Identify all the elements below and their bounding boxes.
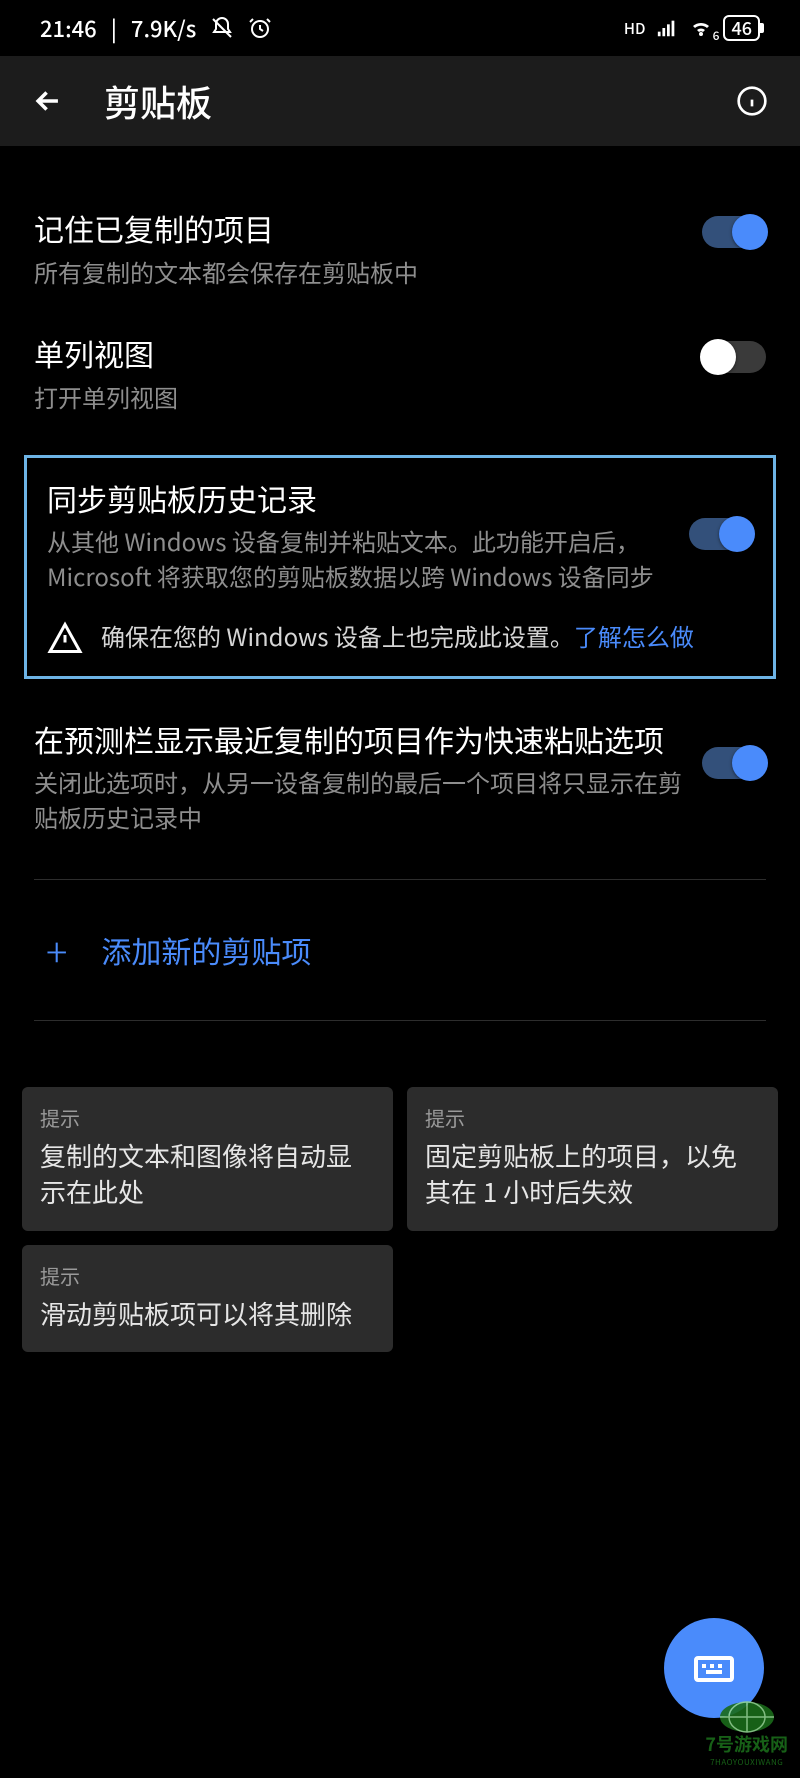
setting-title: 单列视图 (34, 333, 682, 374)
toggle-prediction[interactable] (702, 747, 766, 779)
setting-single-column[interactable]: 单列视图 打开单列视图 (0, 311, 800, 436)
status-time: 21:46 (40, 12, 97, 44)
bell-off-icon (210, 16, 234, 40)
sync-warning: 确保在您的 Windows 设备上也完成此设置。了解怎么做 (37, 600, 763, 656)
tip-label: 提示 (40, 1261, 375, 1290)
sync-highlight-box: 同步剪贴板历史记录 从其他 Windows 设备复制并粘贴文本。此功能开启后，M… (24, 455, 776, 679)
setting-title: 记住已复制的项目 (34, 208, 682, 249)
keyboard-icon (690, 1644, 738, 1692)
watermark-sub: 7HAOYOUXIWANG (710, 1757, 783, 1768)
tip-label: 提示 (40, 1103, 375, 1132)
setting-title: 同步剪贴板历史记录 (47, 478, 669, 519)
watermark-brand: 7号游戏网 (705, 1731, 788, 1757)
warning-icon (47, 620, 83, 656)
tip-card: 提示 滑动剪贴板项可以将其删除 (22, 1245, 393, 1352)
setting-desc: 所有复制的文本都会保存在剪贴板中 (34, 255, 682, 290)
watermark: 7号游戏网 7HAOYOUXIWANG (705, 1699, 788, 1768)
tip-body: 滑动剪贴板项可以将其删除 (40, 1296, 375, 1332)
setting-remember-copied[interactable]: 记住已复制的项目 所有复制的文本都会保存在剪贴板中 (0, 186, 800, 311)
back-button[interactable] (28, 81, 68, 121)
setting-desc: 关闭此选项时，从另一设备复制的最后一个项目将只显示在剪贴板历史记录中 (34, 765, 682, 835)
add-clipboard-item[interactable]: + 添加新的剪贴项 (0, 902, 800, 998)
toggle-remember[interactable] (702, 216, 766, 248)
setting-prediction-bar[interactable]: 在预测栏显示最近复制的项目作为快速粘贴选项 关闭此选项时，从另一设备复制的最后一… (0, 697, 800, 857)
tips-grid: 提示 复制的文本和图像将自动显示在此处 提示 固定剪贴板上的项目，以免其在 1 … (0, 1043, 800, 1352)
setting-desc: 从其他 Windows 设备复制并粘贴文本。此功能开启后，Microsoft 将… (47, 524, 669, 594)
toggle-sync[interactable] (689, 518, 753, 550)
tip-card: 提示 固定剪贴板上的项目，以免其在 1 小时后失效 (407, 1087, 778, 1231)
toggle-single-column[interactable] (702, 341, 766, 373)
tip-body: 复制的文本和图像将自动显示在此处 (40, 1138, 375, 1211)
tip-label: 提示 (425, 1103, 760, 1132)
info-button[interactable] (732, 81, 772, 121)
signal-icon (655, 16, 679, 40)
warning-text: 确保在您的 Windows 设备上也完成此设置。 (101, 618, 574, 653)
learn-how-link[interactable]: 了解怎么做 (574, 618, 694, 653)
setting-sync-clipboard[interactable]: 同步剪贴板历史记录 从其他 Windows 设备复制并粘贴文本。此功能开启后，M… (37, 472, 763, 600)
setting-desc: 打开单列视图 (34, 380, 682, 415)
battery-indicator: 46 (723, 15, 760, 41)
divider (34, 1020, 766, 1021)
setting-title: 在预测栏显示最近复制的项目作为快速粘贴选项 (34, 719, 682, 760)
tip-card: 提示 复制的文本和图像将自动显示在此处 (22, 1087, 393, 1231)
alarm-icon (248, 16, 272, 40)
hd-indicator: HD (624, 18, 646, 39)
status-bar: 21:46 | 7.9K/s HD 6 46 (0, 0, 800, 56)
status-net-speed: 7.9K/s (131, 12, 196, 44)
globe-icon (717, 1699, 777, 1735)
app-header: 剪贴板 (0, 56, 800, 146)
tip-body: 固定剪贴板上的项目，以免其在 1 小时后失效 (425, 1138, 760, 1211)
divider (34, 879, 766, 880)
plus-icon: + (46, 930, 67, 970)
page-title: 剪贴板 (104, 75, 696, 127)
add-label: 添加新的剪贴项 (101, 928, 311, 972)
wifi-icon: 6 (689, 16, 713, 40)
settings-list: 记住已复制的项目 所有复制的文本都会保存在剪贴板中 单列视图 打开单列视图 同步… (0, 146, 800, 1352)
